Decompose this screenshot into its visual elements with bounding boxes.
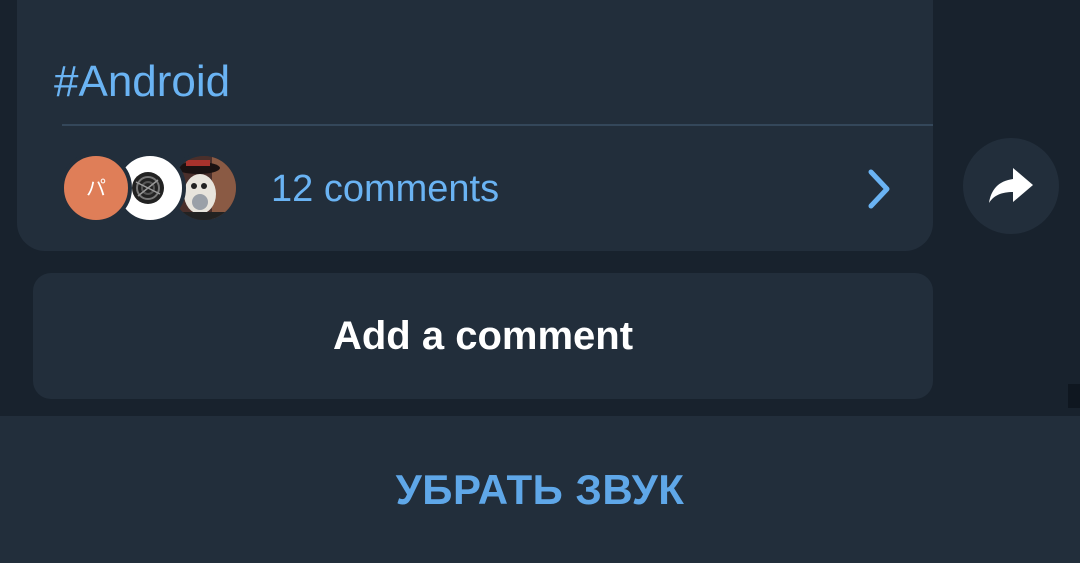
add-comment-button[interactable]: Add a comment [33, 273, 933, 399]
comments-button[interactable]: パ 12 comments [40, 140, 920, 238]
scroll-indicator [1068, 384, 1080, 408]
chevron-right-icon [868, 169, 890, 209]
add-comment-label: Add a comment [332, 313, 634, 358]
share-button[interactable] [963, 138, 1059, 234]
comments-divider [62, 124, 933, 126]
comments-count: 12 comments [271, 168, 500, 210]
mute-button[interactable]: УБРАТЬ ЗВУК [0, 416, 1080, 563]
avatar-initial: パ [86, 176, 106, 200]
mute-label: УБРАТЬ ЗВУК [395, 465, 685, 513]
chat-area: #Android パ 12 comments Add a comment [0, 0, 1080, 416]
commenter-avatar: パ [60, 152, 132, 224]
share-arrow-icon [989, 168, 1033, 203]
hashtag-link[interactable]: #Android [54, 56, 230, 108]
